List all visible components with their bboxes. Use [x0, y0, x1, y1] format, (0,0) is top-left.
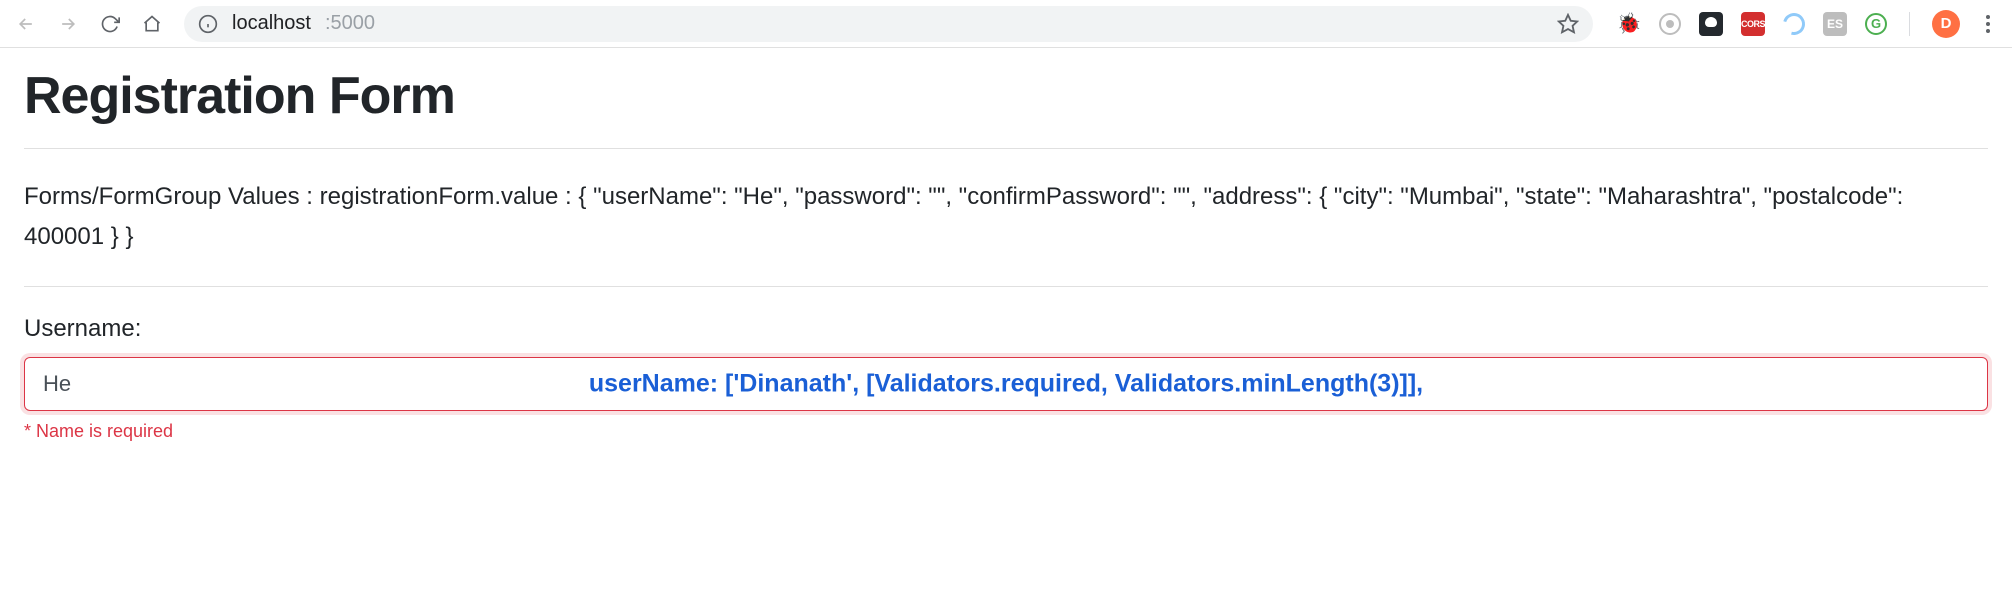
divider: [24, 148, 1988, 149]
username-error-message: * Name is required: [24, 421, 1988, 442]
forward-button[interactable]: [50, 6, 86, 42]
back-button[interactable]: [8, 6, 44, 42]
extension-octotree-icon[interactable]: [1699, 12, 1723, 36]
url-host: localhost: [232, 12, 311, 35]
extension-opera-icon[interactable]: [1779, 8, 1809, 38]
divider: [24, 286, 1988, 287]
url-port: :5000: [325, 12, 375, 35]
browser-toolbar: localhost :5000 🐞 CORS ES G D: [0, 0, 2012, 48]
username-input[interactable]: [43, 371, 1969, 397]
extensions-row: 🐞 CORS ES G D: [1607, 7, 2004, 41]
extension-record-icon[interactable]: [1659, 13, 1681, 35]
site-info-icon[interactable]: [198, 14, 218, 34]
extension-cors-icon[interactable]: CORS: [1741, 12, 1765, 36]
browser-menu-button[interactable]: [1978, 7, 1998, 41]
toolbar-separator: [1909, 12, 1910, 36]
home-button[interactable]: [134, 6, 170, 42]
address-bar[interactable]: localhost :5000: [184, 6, 1593, 42]
profile-avatar[interactable]: D: [1932, 10, 1960, 38]
extension-es-icon[interactable]: ES: [1823, 12, 1847, 36]
username-input-wrap: userName: ['Dinanath', [Validators.requi…: [24, 357, 1988, 411]
username-label: Username:: [24, 315, 1988, 343]
page-title: Registration Form: [24, 66, 1988, 126]
page-content: Registration Form Forms/FormGroup Values…: [0, 48, 2012, 460]
extension-grammarly-icon[interactable]: G: [1865, 13, 1887, 35]
form-values-dump: Forms/FormGroup Values : registrationFor…: [24, 177, 1988, 256]
extension-redux-icon[interactable]: 🐞: [1617, 12, 1641, 36]
bookmark-star-icon[interactable]: [1557, 13, 1579, 35]
reload-button[interactable]: [92, 6, 128, 42]
